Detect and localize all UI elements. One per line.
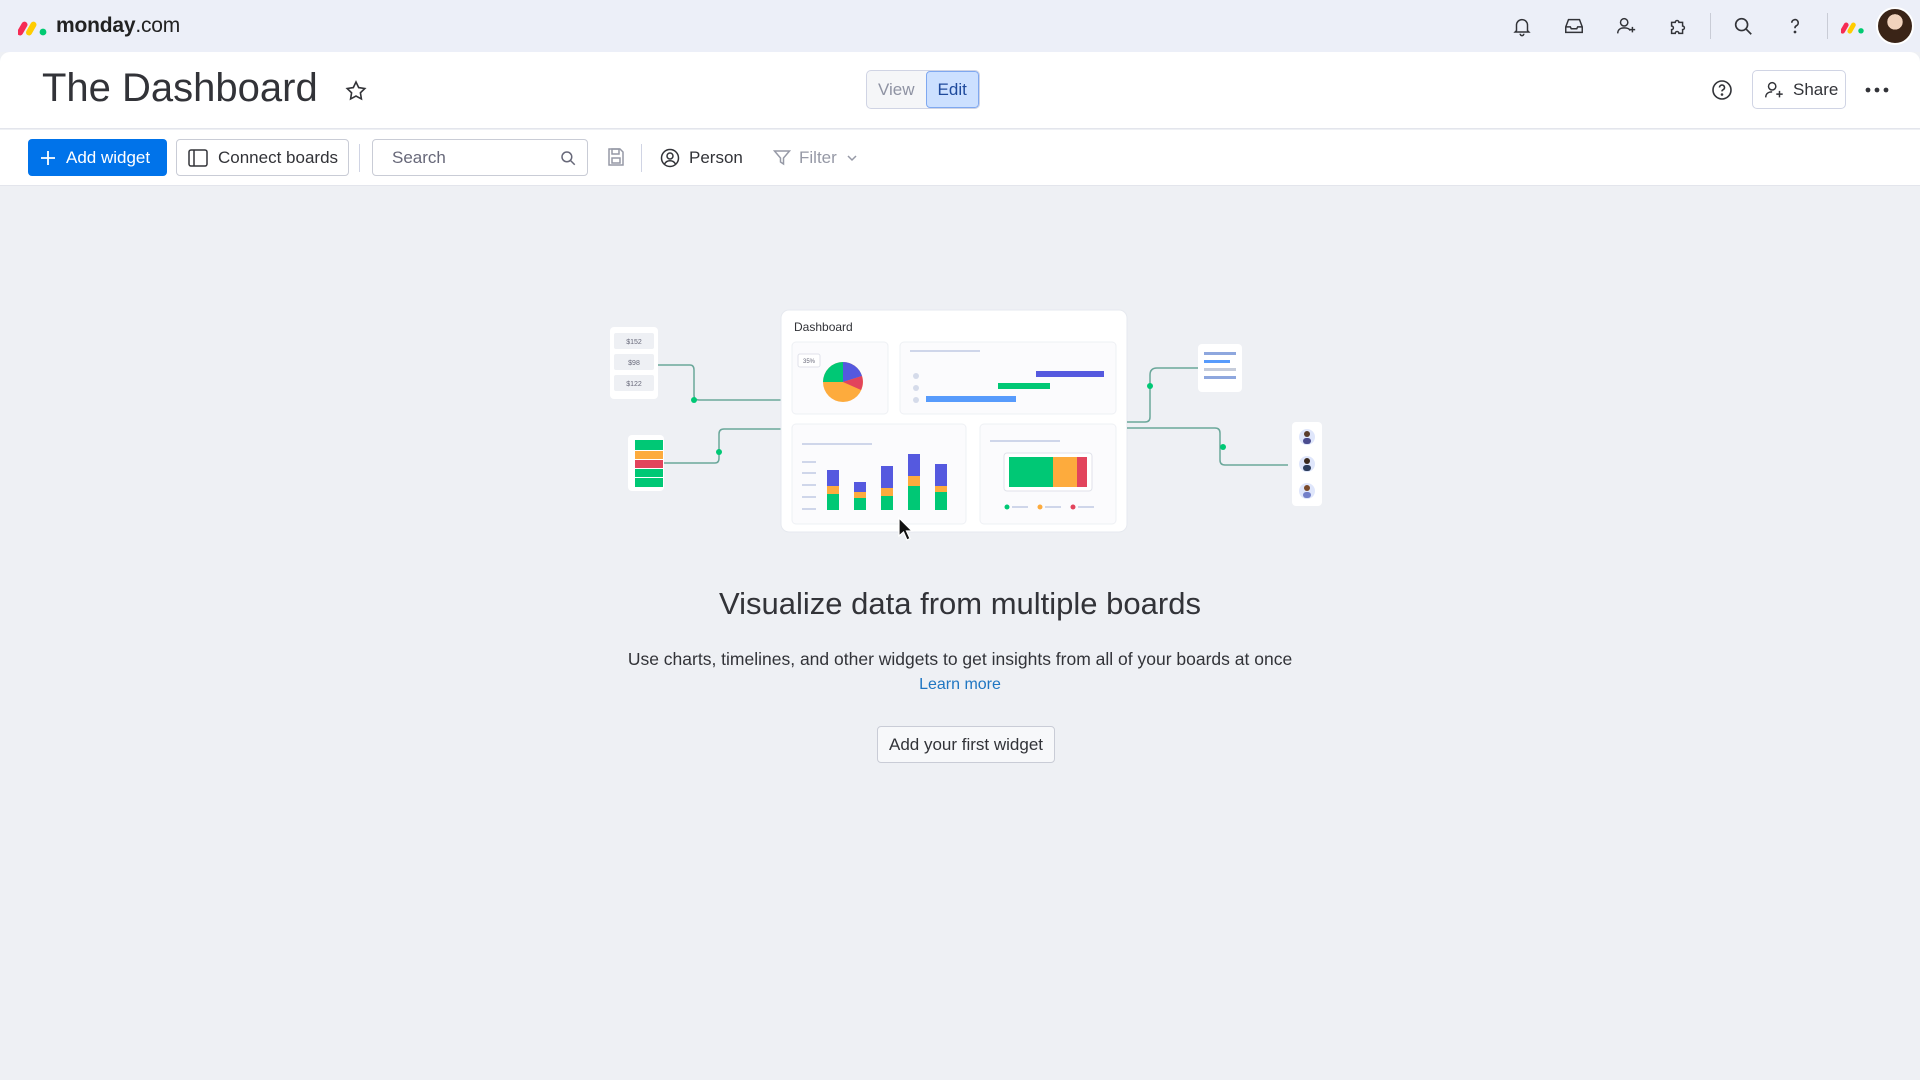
- view-edit-toggle: View Edit: [866, 70, 980, 109]
- brand-name: monday.com: [56, 14, 181, 37]
- chevron-down-icon: [847, 154, 857, 161]
- dashboard-preview-card: Dashboard 35%: [780, 309, 1128, 533]
- share-button[interactable]: Share: [1752, 70, 1846, 109]
- dashboard-toolbar: Add widget Connect boards Person Filter: [0, 130, 1920, 186]
- person-label: Person: [689, 147, 743, 167]
- person-circle-icon: [660, 148, 680, 167]
- filter-button[interactable]: Filter: [773, 139, 859, 176]
- page-title: The Dashboard: [42, 66, 318, 110]
- preview-dashboard-label: Dashboard: [794, 320, 853, 334]
- edit-mode-button[interactable]: Edit: [925, 71, 979, 108]
- top-separator-2: [1827, 13, 1828, 39]
- mouse-cursor-icon: [898, 517, 914, 541]
- apps-puzzle-icon[interactable]: [1652, 0, 1704, 52]
- search-field[interactable]: [372, 139, 588, 176]
- connect-boards-label: Connect boards: [218, 147, 339, 167]
- toolbar-separator: [359, 144, 360, 172]
- empty-state-title: Visualize data from multiple boards: [719, 586, 1201, 621]
- notifications-bell-icon[interactable]: [1496, 0, 1548, 52]
- share-label: Share: [1793, 79, 1839, 99]
- stat-value-3: $122: [626, 381, 642, 388]
- monday-logo-icon: [18, 21, 47, 36]
- add-widget-button[interactable]: Add widget: [28, 139, 167, 176]
- share-person-icon: [1765, 81, 1783, 97]
- view-mode-button[interactable]: View: [867, 71, 926, 108]
- add-first-widget-button[interactable]: Add your first widget: [877, 726, 1055, 763]
- help-circle-icon[interactable]: [1710, 78, 1734, 102]
- top-separator: [1710, 13, 1711, 39]
- pie-percent-badge: 35%: [803, 359, 816, 365]
- dashboard-header: The Dashboard View Edit Share: [0, 52, 1920, 129]
- top-icons: [1496, 0, 1920, 52]
- stacked-board-card: [628, 435, 664, 491]
- stat-value-1: $152: [626, 339, 642, 346]
- list-card: [1198, 344, 1242, 392]
- people-card: [1292, 422, 1322, 506]
- stat-values-card: $152 $98 $122: [610, 327, 658, 399]
- board-icon: [188, 148, 208, 167]
- plus-icon: [41, 150, 55, 165]
- person-filter-button[interactable]: Person: [660, 139, 743, 176]
- filter-label: Filter: [799, 147, 837, 167]
- filter-funnel-icon: [773, 149, 791, 165]
- empty-state-description: Use charts, timelines, and other widgets…: [627, 649, 1293, 669]
- invite-members-icon[interactable]: [1600, 0, 1652, 52]
- dashboard-illustration: $152 $98 $122 Dashboard 35%: [610, 309, 1322, 533]
- learn-more-link[interactable]: Learn more: [0, 676, 1920, 694]
- workspace-switcher-icon[interactable]: [1834, 7, 1872, 45]
- help-question-icon[interactable]: [1769, 0, 1821, 52]
- top-bar: monday.com: [0, 0, 1920, 52]
- search-icon[interactable]: [559, 149, 577, 167]
- favorite-star-icon[interactable]: [344, 79, 368, 103]
- toolbar-separator-2: [641, 144, 642, 172]
- add-widget-label: Add widget: [66, 147, 151, 167]
- stat-value-2: $98: [628, 360, 640, 367]
- more-options-icon[interactable]: [1862, 78, 1892, 102]
- save-view-icon[interactable]: [606, 147, 626, 167]
- user-avatar[interactable]: [1876, 7, 1914, 45]
- brand[interactable]: monday.com: [18, 14, 180, 38]
- inbox-icon[interactable]: [1548, 0, 1600, 52]
- search-input[interactable]: [373, 140, 543, 175]
- search-icon[interactable]: [1717, 0, 1769, 52]
- connect-boards-button[interactable]: Connect boards: [176, 139, 349, 176]
